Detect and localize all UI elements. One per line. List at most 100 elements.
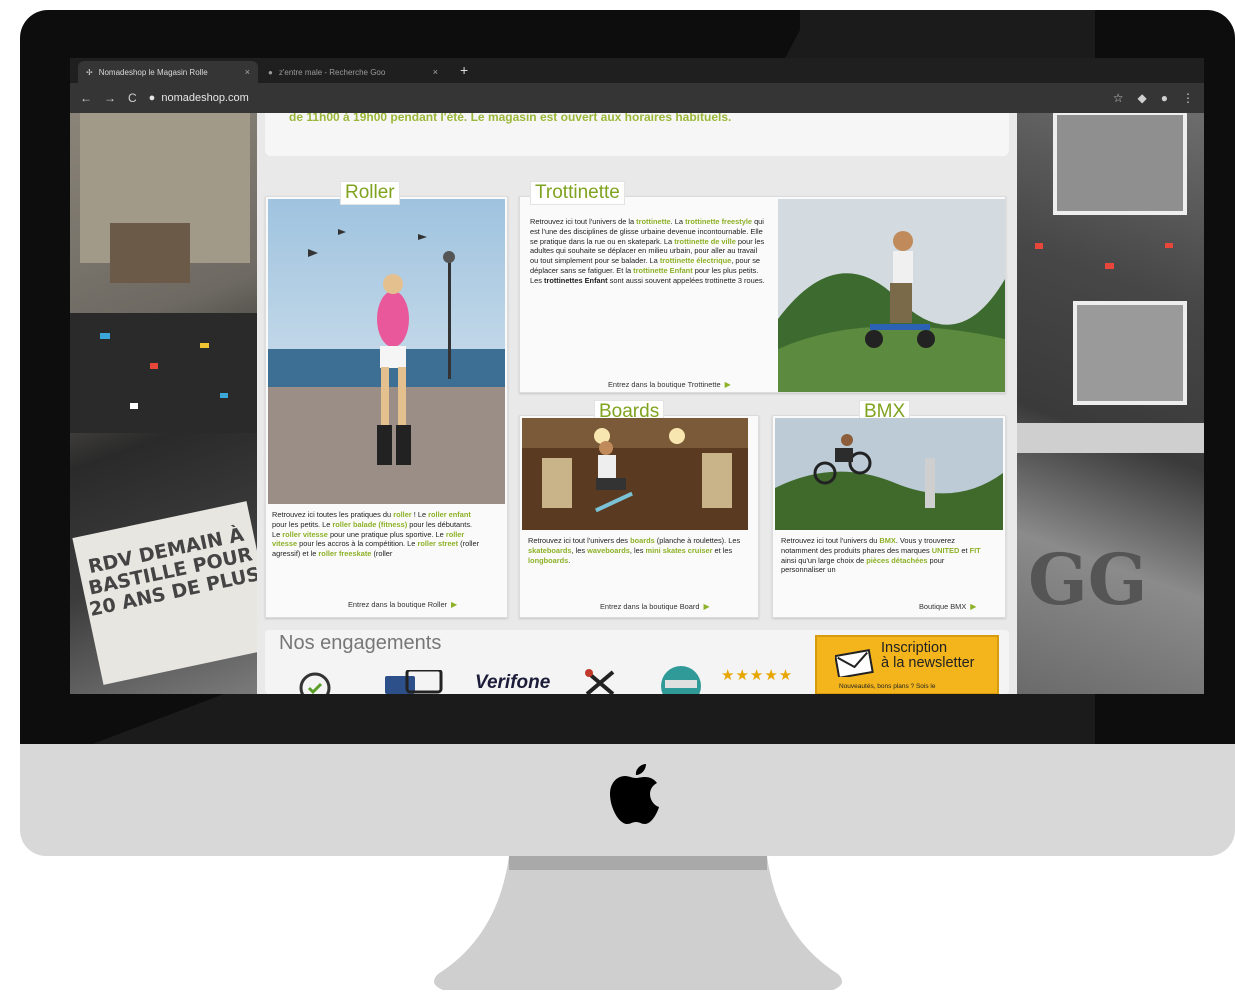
tab-label: Nomadeshop le Magasin Rolle: [98, 67, 208, 77]
roller-text-part: Retrouvez ici toutes les pratiques du: [272, 510, 394, 519]
info-banner: de 11h00 à 19h00 pendant l'été. Le magas…: [265, 113, 1009, 156]
menu-icon[interactable]: ⋮: [1182, 91, 1194, 105]
roller-image: [268, 199, 505, 504]
boards-shop-link-label: Entrez dans la boutique Board: [600, 602, 700, 611]
boards-text-part: .: [568, 555, 571, 565]
apple-icon: [610, 764, 659, 824]
close-icon[interactable]: ×: [245, 67, 250, 77]
extension-icon[interactable]: ◆: [1138, 91, 1147, 105]
trottinette-image: [778, 199, 1005, 392]
forward-icon[interactable]: →: [104, 91, 116, 105]
roller-text-part[interactable]: roller freeskate: [318, 549, 371, 558]
main-content: de 11h00 à 19h00 pendant l'été. Le magas…: [257, 113, 1017, 694]
trottinette-text-part[interactable]: trottinette électrique: [660, 256, 731, 265]
delivery-icon: [299, 672, 331, 694]
trottinette-description: Retrouvez ici tout l'univers de la trott…: [530, 217, 766, 357]
trottinette-text-part: Retrouvez ici tout l'univers de la: [530, 217, 637, 226]
roller-photo[interactable]: [268, 199, 505, 504]
site-favicon-icon: ✢: [86, 67, 93, 77]
roller-text-part: (roller: [371, 549, 393, 559]
trottinette-card: Trottinette Retrouvez ici tout l'univers…: [519, 181, 1006, 393]
boards-text-part[interactable]: waveboards: [587, 546, 630, 555]
mail-icon: [835, 649, 874, 677]
arrow-right-icon: ▶: [970, 602, 977, 611]
imac-stand: [434, 856, 842, 990]
roller-text-part: pour une pratique plus sportive. Le: [327, 529, 446, 539]
boards-text-part: (planche à roulettes). Les: [654, 536, 741, 545]
roller-text-part: pour les petits. Le: [272, 519, 333, 529]
new-tab-button[interactable]: +: [460, 62, 468, 78]
trottinette-text-part[interactable]: trottinette Enfant: [633, 266, 693, 275]
bmx-image: [775, 418, 1003, 530]
boards-text-part: , les: [629, 545, 646, 555]
roller-title[interactable]: Roller: [340, 181, 400, 205]
roller-text-part[interactable]: roller vitesse: [282, 530, 328, 539]
reload-icon[interactable]: C: [128, 91, 137, 105]
newsletter-title-line1: Inscription: [881, 640, 948, 656]
bmx-text-part[interactable]: pièces détachées: [866, 556, 927, 565]
url-text: nomadeshop.com: [161, 92, 249, 104]
bmx-description: Retrouvez ici tout l'univers du BMX. Vou…: [781, 536, 981, 574]
arrow-right-icon: ▶: [451, 600, 458, 609]
boards-image: [522, 418, 748, 530]
boards-text-part[interactable]: mini skates cruiser: [646, 546, 713, 555]
trottinette-shop-link[interactable]: Entrez dans la boutique Trottinette ▶: [608, 380, 731, 389]
roller-text-part[interactable]: roller: [393, 510, 411, 519]
web-page: RDV DEMAIN À BASTILLE POUR 20 ANS DE PLU…: [70, 113, 1204, 694]
trottinette-photo[interactable]: [778, 199, 1005, 392]
trottinette-text-part[interactable]: trottinette de ville: [674, 237, 736, 246]
bmx-photo[interactable]: [775, 418, 1003, 530]
trottinette-shop-link-label: Entrez dans la boutique Trottinette: [608, 380, 721, 389]
back-icon[interactable]: ←: [80, 91, 92, 105]
boards-text-part: Retrouvez ici tout l'univers des: [528, 536, 631, 545]
bmx-text-part[interactable]: FIT: [970, 546, 981, 555]
bmx-text-part: Retrouvez ici tout l'univers du: [781, 536, 880, 545]
bmx-shop-link[interactable]: Boutique BMX ▶: [919, 602, 976, 611]
lock-icon: ●: [148, 92, 156, 104]
reviews-badge-icon: [661, 666, 701, 694]
boards-text-part[interactable]: longboards: [528, 556, 568, 565]
trottinette-text-part: . La: [670, 217, 686, 226]
close-icon[interactable]: ×: [433, 67, 438, 77]
roller-text-part[interactable]: roller street: [417, 539, 458, 548]
newsletter-box[interactable]: Inscription à la newsletter Nouveautés, …: [815, 635, 999, 694]
tab-google-search[interactable]: ● z'entre male - Recherche Goo ×: [260, 61, 446, 83]
trottinette-text-part: trottinettes Enfant: [543, 275, 608, 285]
address-bar: ← → C ● nomadeshop.com ☆ ◆ ● ⋮: [70, 83, 1204, 113]
bmx-text-part[interactable]: UNITED: [932, 546, 960, 555]
boards-card: Boards Retrouvez ici tout l'univers des …: [519, 400, 759, 618]
bmx-text-part: ainsi qu'un large choix de: [781, 555, 867, 565]
url-field[interactable]: ● nomadeshop.com: [149, 92, 249, 104]
trottinette-text-part[interactable]: trottinette: [636, 217, 671, 226]
roller-shop-link[interactable]: Entrez dans la boutique Roller ▶: [348, 600, 457, 609]
bmx-card: BMX Retrouvez ici tout l'univers du BMX.…: [772, 400, 1006, 618]
info-banner-text: de 11h00 à 19h00 pendant l'été. Le magas…: [289, 113, 732, 124]
boards-text-part: , les: [571, 545, 588, 555]
repair-tools-icon: [585, 669, 615, 694]
profile-icon[interactable]: ●: [1161, 91, 1168, 105]
star-icon[interactable]: ☆: [1113, 91, 1124, 105]
roller-text-part: pour les accros à la compétition. Le: [297, 539, 418, 549]
roller-card: Roller Retrouvez ici toutes les pratique…: [265, 181, 508, 618]
roller-shop-link-label: Entrez dans la boutique Roller: [348, 600, 448, 609]
roller-text-part[interactable]: roller balade (fitness): [332, 520, 407, 529]
tab-nomadeshop[interactable]: ✢ Nomadeshop le Magasin Rolle ×: [78, 61, 258, 83]
bmx-text-part[interactable]: BMX: [879, 536, 895, 545]
trottinette-text-part[interactable]: trottinette freestyle: [685, 217, 752, 226]
trottinette-text-part: sont aussi souvent appelées trottinette …: [607, 275, 765, 285]
tab-label: z'entre male - Recherche Goo: [278, 67, 386, 77]
roller-text-part: ! Le: [411, 510, 429, 519]
boards-shop-link[interactable]: Entrez dans la boutique Board ▶: [600, 602, 710, 611]
trottinette-title[interactable]: Trottinette: [530, 181, 625, 205]
bmx-text-part: et: [959, 545, 970, 555]
boards-text-part[interactable]: boards: [630, 536, 655, 545]
card-payment-icon: [385, 670, 443, 694]
boards-text-part[interactable]: skateboards: [528, 546, 572, 555]
engagements-title: Nos engagements: [279, 632, 442, 654]
rating-stars: ★★★★★: [721, 667, 794, 684]
boards-photo[interactable]: [522, 418, 748, 530]
newsletter-title: Inscription à la newsletter: [881, 641, 975, 671]
roller-text-part[interactable]: roller enfant: [428, 510, 471, 519]
gg-sign: GG: [1028, 538, 1148, 621]
roller-description: Retrouvez ici toutes les pratiques du ro…: [272, 510, 480, 580]
